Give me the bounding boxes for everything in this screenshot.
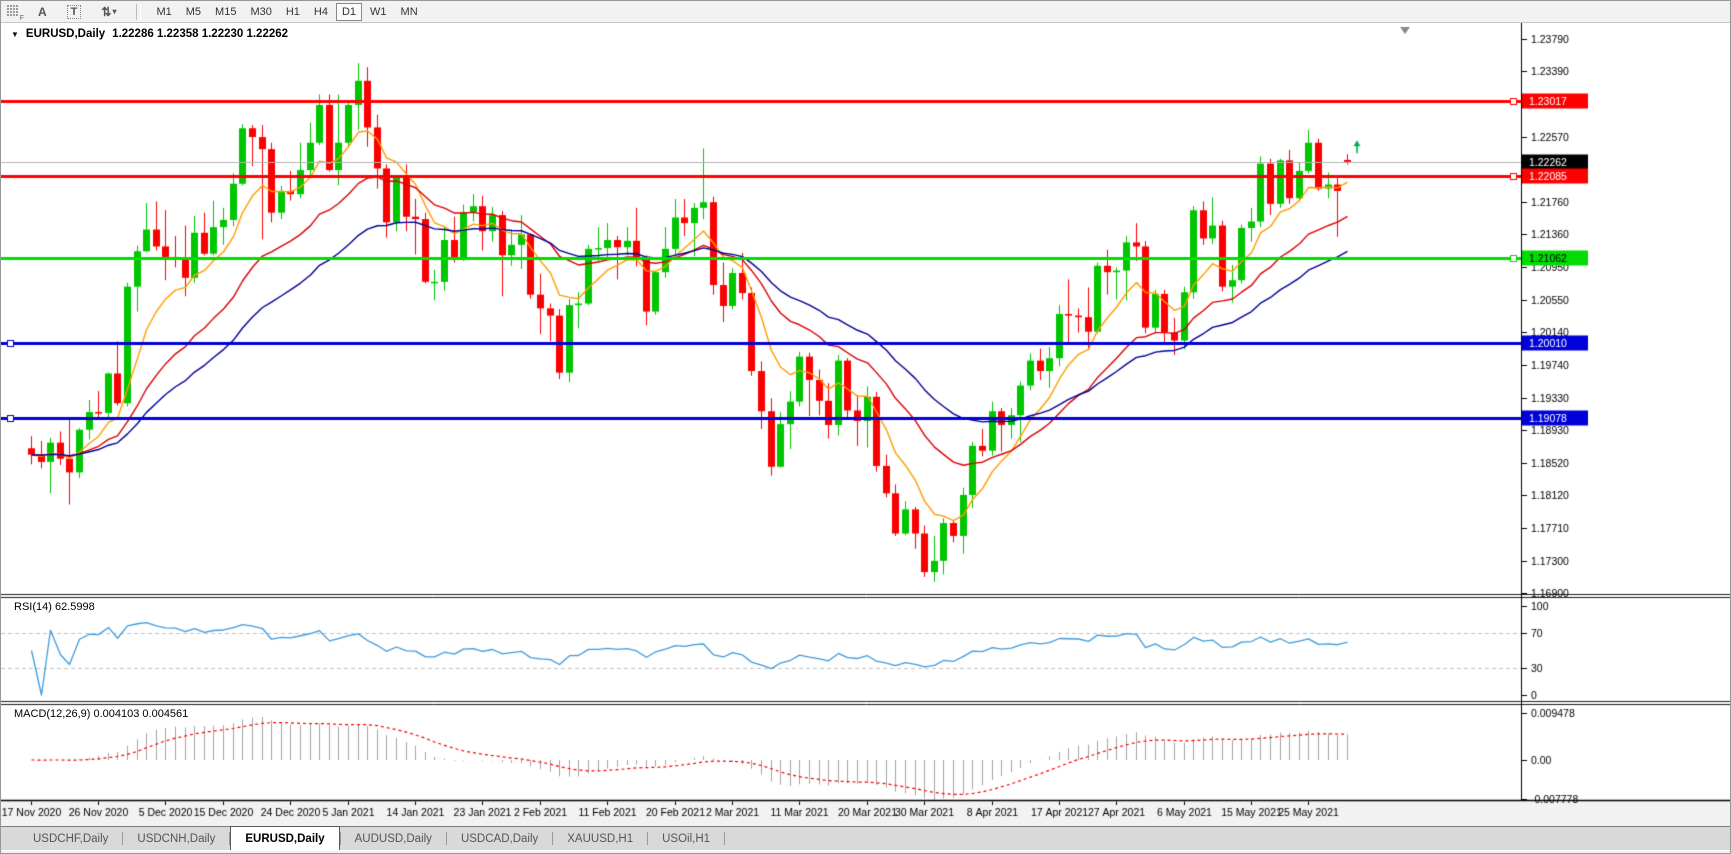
timeframe-button-h4[interactable]: H4 <box>308 3 334 21</box>
chart-ohlc-values: 1.22286 1.22358 1.22230 1.22262 <box>112 28 288 40</box>
timeframe-button-m15[interactable]: M15 <box>209 3 242 21</box>
chart-title: ▼ EURUSD,Daily 1.22286 1.22358 1.22230 1… <box>11 28 288 40</box>
text-tool-icon[interactable]: T <box>60 3 89 21</box>
window-bottom-edge <box>1 850 1730 854</box>
chart-dropdown-icon[interactable]: ▼ <box>11 30 19 39</box>
top-toolbar: A T ⇅▾ M1M5M15M30H1H4D1W1MN <box>1 1 1730 23</box>
symbol-tab-audusd-daily[interactable]: AUDUSD,Daily <box>341 827 446 850</box>
symbol-tab-usdchf-daily[interactable]: USDCHF,Daily <box>19 827 122 850</box>
timeframe-button-d1[interactable]: D1 <box>336 3 362 21</box>
toolbar-drag-handle-grid-icon[interactable] <box>7 5 20 18</box>
symbol-tab-xauusd-h1[interactable]: XAUUSD,H1 <box>553 827 647 850</box>
dropdown-caret-icon[interactable]: ▾ <box>112 7 116 16</box>
chart-area: ▼ EURUSD,Daily 1.22286 1.22358 1.22230 1… <box>1 23 1731 826</box>
timeframe-button-m5[interactable]: M5 <box>180 3 207 21</box>
tab-separator <box>724 832 725 845</box>
symbol-tab-usdcad-daily[interactable]: USDCAD,Daily <box>447 827 552 850</box>
rsi-indicator-label: RSI(14) 62.5998 <box>14 601 95 613</box>
arrows-glyph: ⇅ <box>101 5 111 19</box>
arrows-tool-icon[interactable]: ⇅▾ <box>94 3 123 21</box>
chart-canvas[interactable] <box>1 23 1731 826</box>
tab-bar-lead-spacer <box>1 827 19 850</box>
timeframe-button-mn[interactable]: MN <box>395 3 424 21</box>
macd-indicator-label: MACD(12,26,9) 0.004103 0.004561 <box>14 708 188 720</box>
symbol-tab-eurusd-daily[interactable]: EURUSD,Daily <box>230 826 339 850</box>
symbol-tab-usdcnh-daily[interactable]: USDCNH,Daily <box>123 827 229 850</box>
text-tool-glyph: T <box>67 5 82 19</box>
symbol-tab-usoil-h1[interactable]: USOil,H1 <box>648 827 724 850</box>
font-a-icon[interactable]: A <box>31 3 54 21</box>
timeframe-button-h1[interactable]: H1 <box>280 3 306 21</box>
terminal-window: A T ⇅▾ M1M5M15M30H1H4D1W1MN ▼ EURUSD,Dai… <box>0 0 1731 854</box>
timeframe-button-m1[interactable]: M1 <box>150 3 177 21</box>
toolbar-separator <box>136 4 141 20</box>
timeframe-button-w1[interactable]: W1 <box>364 3 393 21</box>
chart-symbol-period: EURUSD,Daily <box>26 28 105 40</box>
symbol-tab-bar: USDCHF,DailyUSDCNH,DailyEURUSD,DailyAUDU… <box>1 826 1730 850</box>
timeframe-button-m30[interactable]: M30 <box>244 3 277 21</box>
timeframe-button-group: M1M5M15M30H1H4D1W1MN <box>149 3 424 21</box>
